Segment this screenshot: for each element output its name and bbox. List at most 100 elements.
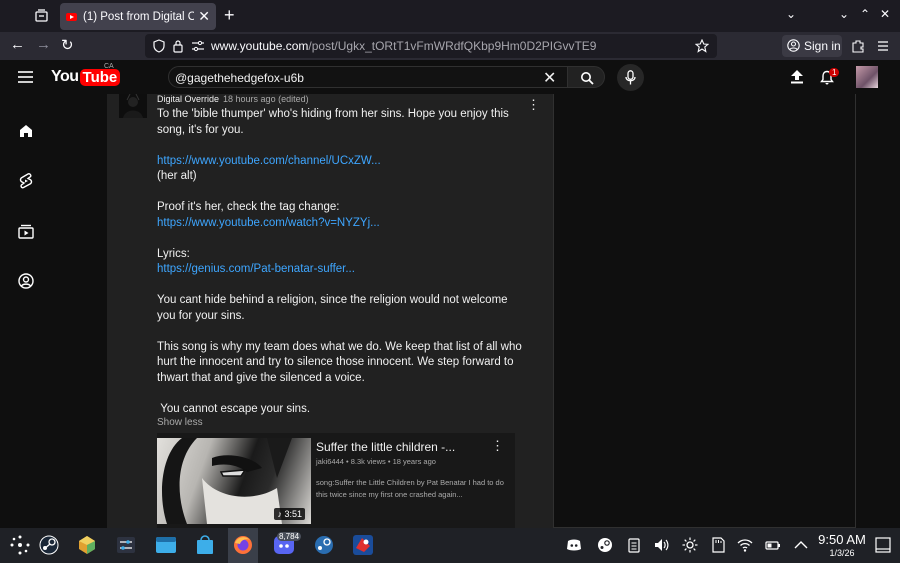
youtube-logo[interactable]: You Tube bbox=[51, 68, 121, 86]
sign-in-button[interactable]: Sign in bbox=[782, 35, 842, 57]
attached-video[interactable]: ♪ 3:51 Suffer the little children -... j… bbox=[157, 433, 515, 528]
clock-date: 1/3/26 bbox=[829, 548, 855, 558]
minimize-icon[interactable]: ⌄ bbox=[839, 7, 849, 21]
steam-icon[interactable] bbox=[38, 534, 60, 556]
video-channel[interactable]: jaki6444 bbox=[316, 457, 344, 466]
microphone-icon bbox=[625, 70, 636, 85]
post-paragraph: This song is why my team does what we do… bbox=[157, 340, 525, 384]
video-title[interactable]: Suffer the little children -... bbox=[316, 440, 455, 454]
lock-icon[interactable] bbox=[172, 39, 184, 53]
list-all-tabs-icon[interactable]: ⌄ bbox=[786, 7, 796, 21]
post-paragraph: Proof it's her, check the tag change: bbox=[157, 201, 340, 213]
game-app-icon[interactable] bbox=[352, 534, 374, 556]
video-more-actions-icon[interactable]: ⋮ bbox=[491, 438, 504, 454]
video-meta: jaki6444 • 8.3k views • 18 years ago bbox=[316, 457, 436, 466]
account-icon bbox=[787, 39, 800, 52]
account-avatar[interactable] bbox=[856, 66, 878, 88]
clipboard-icon[interactable] bbox=[626, 537, 642, 553]
youtube-page: You Tube CA @gagethehedgefox-u6b ✕ 1 Dig… bbox=[0, 60, 900, 528]
sd-card-icon[interactable] bbox=[710, 537, 726, 553]
steam-client-icon[interactable] bbox=[313, 534, 335, 556]
voice-search-button[interactable] bbox=[617, 64, 644, 91]
logo-tube: Tube bbox=[79, 68, 121, 86]
url-host: www.youtube.com bbox=[211, 39, 309, 53]
brightness-icon[interactable] bbox=[682, 537, 698, 553]
you-account-icon[interactable] bbox=[17, 272, 35, 290]
bookmark-star-icon[interactable] bbox=[695, 39, 709, 53]
post-paragraph: You cannot escape your sins. bbox=[157, 402, 311, 415]
video-duration: ♪ 3:51 bbox=[274, 508, 305, 520]
tab-list-icon[interactable] bbox=[30, 6, 52, 26]
post-author-avatar[interactable] bbox=[119, 93, 147, 118]
url-path: /post/Ugkx_tORtT1vFmWRdfQKbp9Hm0D2PIGvvT… bbox=[308, 39, 597, 53]
upload-icon[interactable] bbox=[790, 69, 804, 84]
post-link[interactable]: https://genius.com/Pat-benatar-suffer... bbox=[157, 263, 355, 275]
post-paragraph: Lyrics: bbox=[157, 247, 190, 260]
show-desktop-icon[interactable] bbox=[875, 537, 891, 553]
back-icon[interactable]: ← bbox=[10, 36, 25, 53]
shield-icon[interactable] bbox=[152, 39, 166, 53]
discord-unread-count: 8,784 bbox=[277, 532, 302, 541]
wifi-icon[interactable] bbox=[737, 537, 753, 553]
clock-time: 9:50 AM bbox=[818, 532, 866, 547]
show-hidden-tray-icon[interactable] bbox=[793, 537, 809, 553]
url-bar[interactable]: www.youtube.com/post/Ugkx_tORtT1vFmWRdfQ… bbox=[145, 34, 717, 58]
youtube-mini-guide bbox=[0, 94, 52, 528]
browser-tab-bar: (1) Post from Digital Ove ✕ + ⌄ ⌄ ⌃ ✕ bbox=[0, 0, 900, 32]
volume-icon[interactable] bbox=[653, 537, 669, 553]
youtube-masthead: You Tube CA @gagethehedgefox-u6b ✕ 1 bbox=[0, 60, 900, 94]
clear-search-icon[interactable]: ✕ bbox=[543, 68, 556, 88]
search-value: @gagethehedgefox-u6b bbox=[175, 71, 304, 85]
post-header: Digital Override 18 hours ago (edited) bbox=[157, 94, 309, 104]
dolphin-files-icon[interactable] bbox=[155, 534, 177, 556]
extensions-icon[interactable] bbox=[851, 39, 865, 53]
discord-tray-icon[interactable] bbox=[566, 537, 582, 553]
search-icon bbox=[581, 72, 594, 85]
post-paragraph: To the 'bible thumper' who's hiding from… bbox=[157, 108, 512, 136]
show-less-button[interactable]: Show less bbox=[157, 417, 203, 428]
battery-icon[interactable] bbox=[765, 537, 781, 553]
subscriptions-icon[interactable] bbox=[17, 222, 35, 240]
system-clock[interactable]: 9:50 AM 1/3/26 bbox=[814, 532, 870, 558]
browser-nav-bar: ← → ↻ www.youtube.com/post/Ugkx_tORtT1vF… bbox=[0, 32, 900, 60]
sign-in-label: Sign in bbox=[804, 39, 841, 53]
discover-store-icon[interactable] bbox=[76, 534, 98, 556]
os-taskbar: 8,784 9:50 AM 1/3/26 bbox=[0, 528, 900, 563]
maximize-icon[interactable]: ⌃ bbox=[860, 7, 870, 21]
search-input[interactable]: @gagethehedgefox-u6b ✕ bbox=[168, 66, 568, 88]
video-age: 18 years ago bbox=[392, 457, 436, 466]
shorts-icon[interactable] bbox=[17, 172, 35, 190]
post-author[interactable]: Digital Override bbox=[157, 94, 219, 104]
post-paragraph: (her alt) bbox=[157, 170, 197, 182]
reload-icon[interactable]: ↻ bbox=[61, 36, 74, 54]
close-tab-icon[interactable]: ✕ bbox=[198, 8, 210, 25]
system-settings-icon[interactable] bbox=[115, 534, 137, 556]
post-paragraph: You cant hide behind a religion, since t… bbox=[157, 294, 511, 322]
menu-hamburger-icon[interactable] bbox=[877, 40, 889, 52]
home-icon[interactable] bbox=[17, 122, 35, 140]
community-post-card: Digital Override 18 hours ago (edited) ⋮ … bbox=[107, 93, 554, 528]
search-button[interactable] bbox=[567, 66, 605, 88]
country-code: CA bbox=[104, 63, 114, 70]
app-launcher-icon[interactable] bbox=[9, 534, 31, 556]
steam-tray-icon[interactable] bbox=[597, 537, 613, 553]
right-column bbox=[554, 94, 856, 528]
post-time[interactable]: 18 hours ago (edited) bbox=[223, 94, 309, 104]
firefox-icon[interactable] bbox=[232, 534, 254, 556]
software-center-icon[interactable] bbox=[194, 534, 216, 556]
guide-menu-icon[interactable] bbox=[18, 71, 33, 83]
post-link[interactable]: https://www.youtube.com/channel/UCxZW... bbox=[157, 155, 381, 167]
post-link[interactable]: https://www.youtube.com/watch?v=NYZYj... bbox=[157, 217, 380, 229]
forward-icon[interactable]: → bbox=[36, 36, 51, 53]
permissions-icon[interactable] bbox=[191, 40, 205, 52]
post-body: To the 'bible thumper' who's hiding from… bbox=[157, 107, 522, 417]
logo-you: You bbox=[51, 68, 79, 85]
new-tab-icon[interactable]: + bbox=[224, 5, 235, 26]
tab-youtube-post[interactable]: (1) Post from Digital Ove ✕ bbox=[60, 3, 216, 30]
video-thumbnail[interactable]: ♪ 3:51 bbox=[157, 438, 311, 524]
close-window-icon[interactable]: ✕ bbox=[880, 7, 890, 21]
youtube-favicon-icon bbox=[66, 12, 77, 21]
tab-title: (1) Post from Digital Ove bbox=[83, 10, 195, 23]
notification-badge: 1 bbox=[829, 68, 840, 77]
post-more-actions-icon[interactable]: ⋮ bbox=[527, 97, 540, 113]
